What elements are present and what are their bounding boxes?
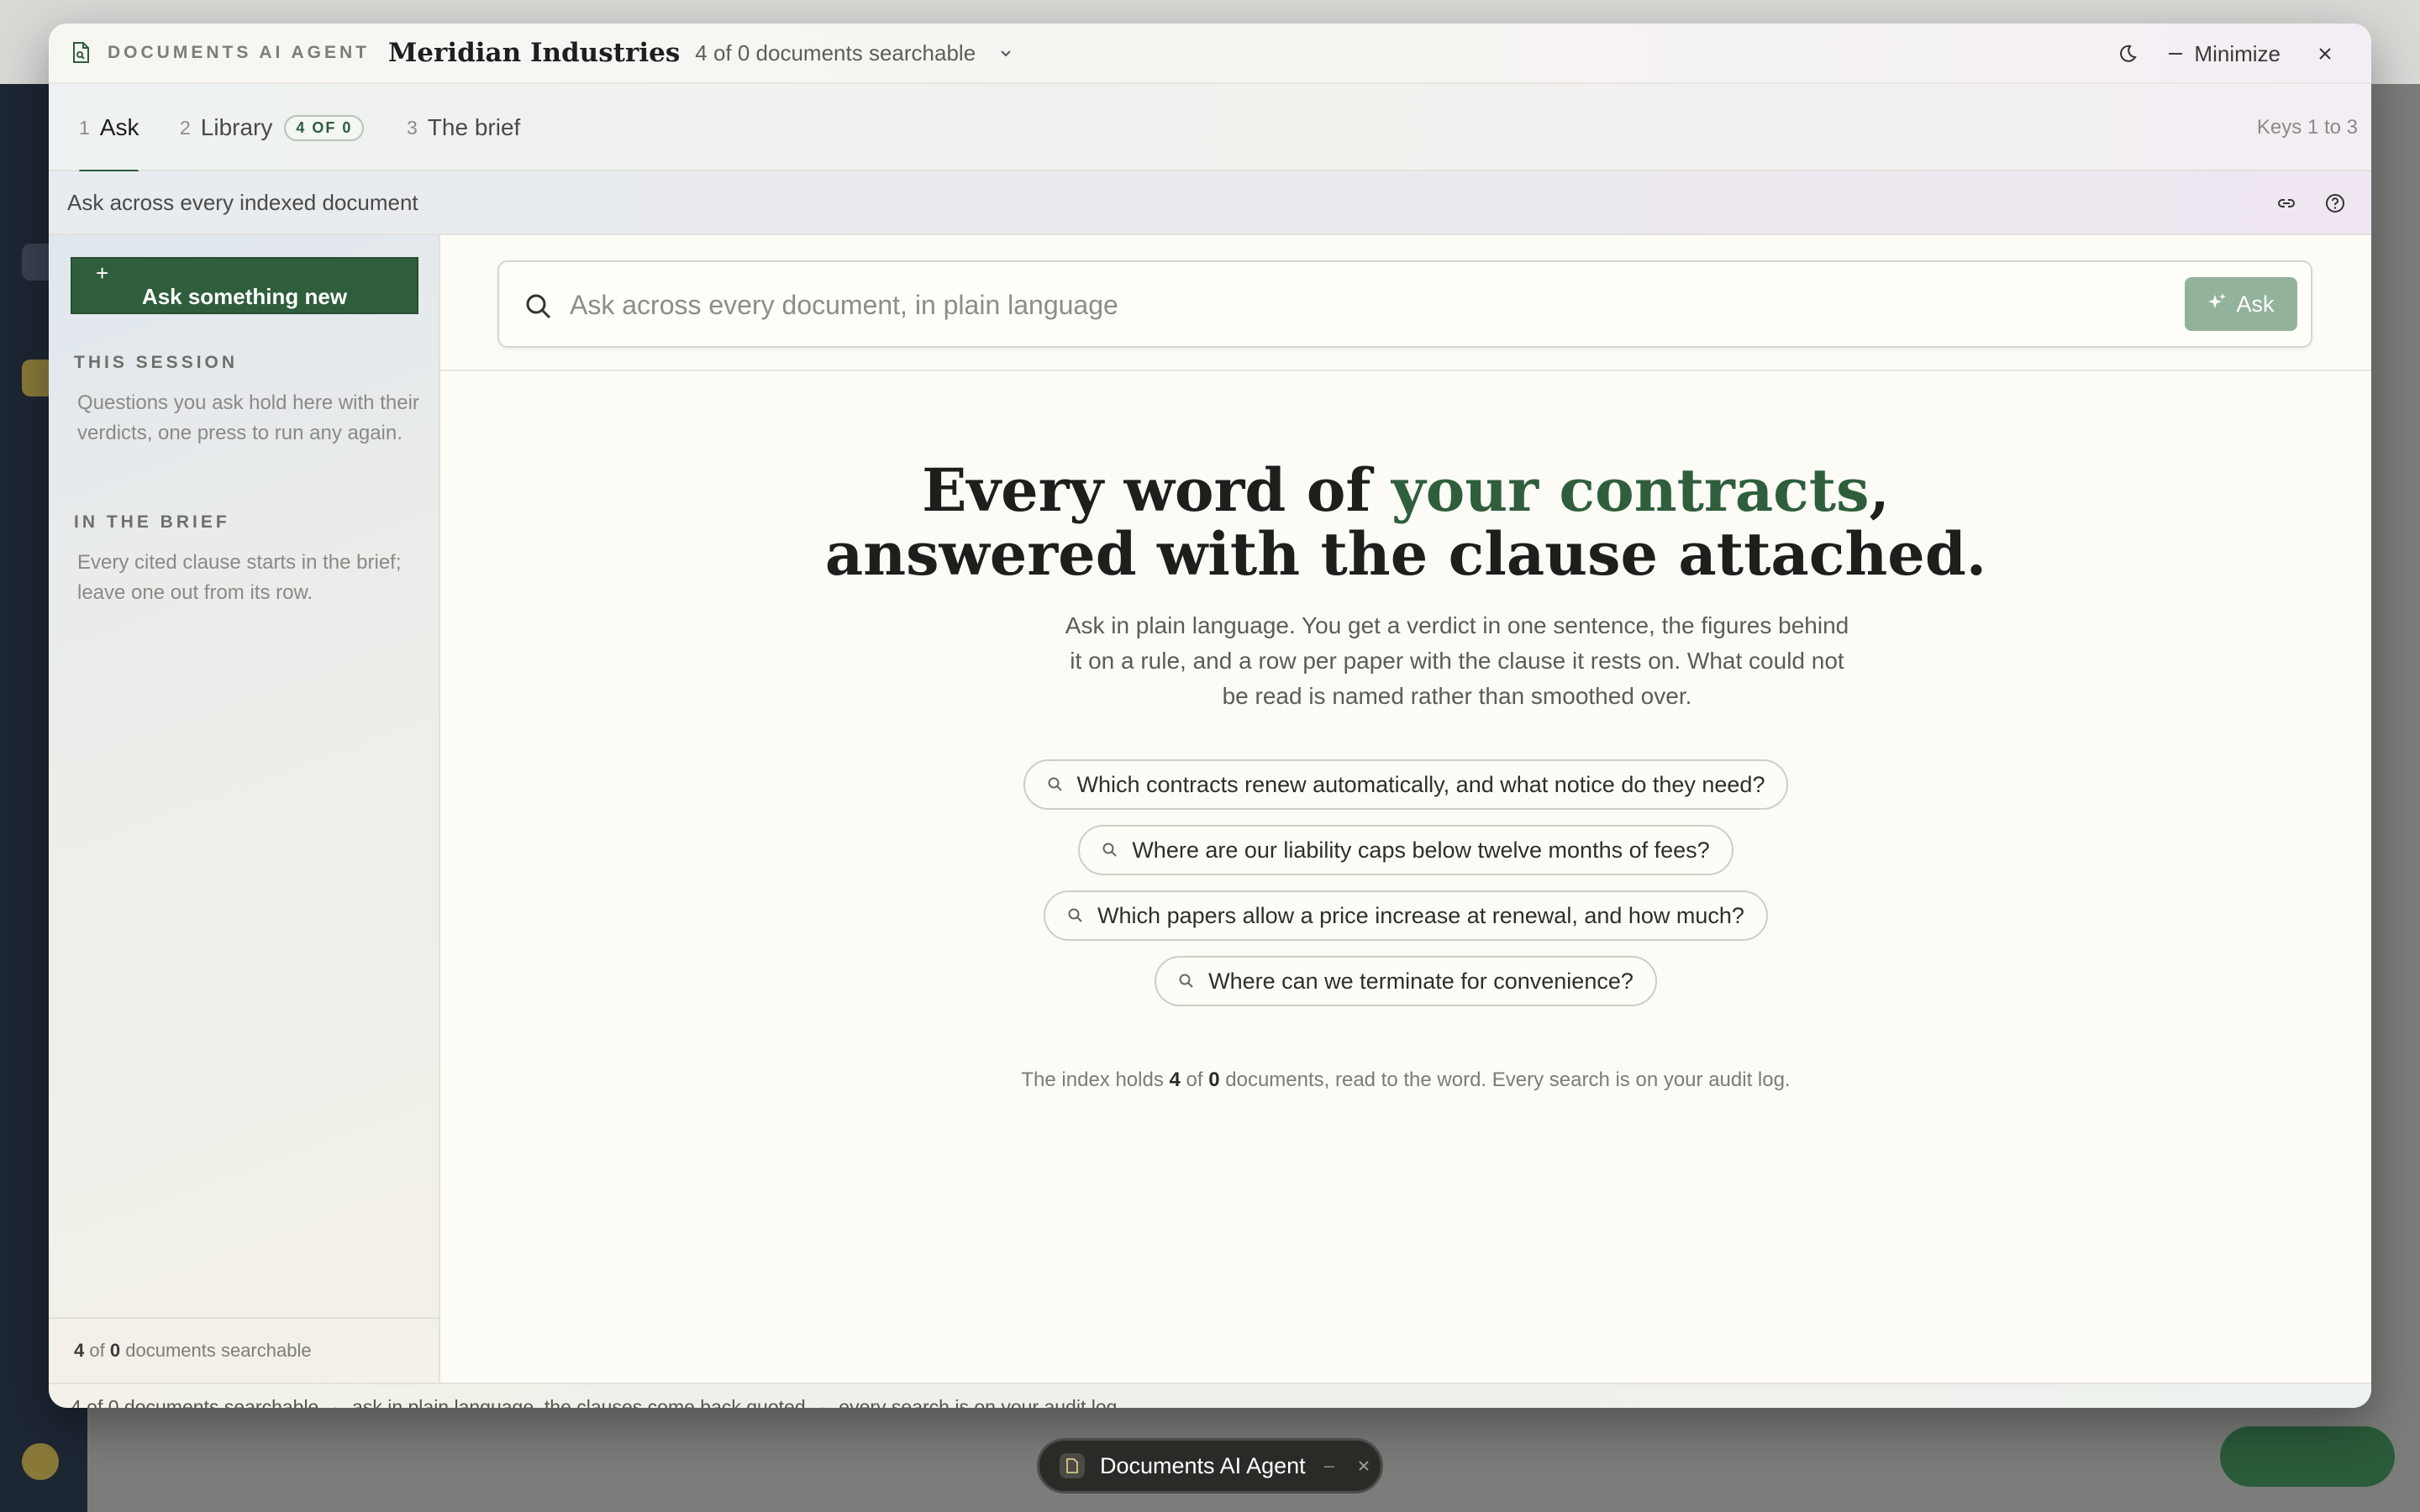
headline-pre: Every word of	[922, 455, 1392, 525]
suggestion-chip[interactable]: Which contracts renew automatically, and…	[1023, 759, 1789, 810]
status-separator: ·	[332, 1395, 339, 1409]
agent-dock-pill[interactable]: Documents AI Agent –	[1037, 1438, 1383, 1494]
session-sidebar: + Ask something new THIS SESSION Questio…	[49, 235, 440, 1383]
session-heading: THIS SESSION	[74, 353, 239, 372]
searchable-count: 4 of 0 documents searchable	[695, 39, 976, 66]
index-note: The index holds 4 of 0 documents, read t…	[440, 1068, 2371, 1092]
status-item: 4 of 0 documents searchable	[71, 1395, 319, 1409]
tab-number: 3	[407, 116, 418, 139]
ask-button-label: Ask	[2236, 291, 2275, 317]
window-controls: Minimize	[2115, 24, 2371, 84]
tab-library[interactable]: 2 Library 4 OF 0	[180, 84, 365, 171]
status-bar: 4 of 0 documents searchable · ask in pla…	[49, 1383, 2371, 1408]
keys-hint: Keys 1 to 3	[2256, 116, 2358, 139]
ask-panel: Ask Every word of your contracts, answer…	[440, 235, 2371, 1383]
tab-brief[interactable]: 3 The brief	[407, 84, 520, 171]
agent-eyebrow: DOCUMENTS AI AGENT	[108, 43, 370, 62]
close-icon[interactable]	[1356, 1457, 1373, 1474]
moon-icon[interactable]	[2115, 41, 2140, 66]
index-note-pre: The index holds	[1021, 1068, 1170, 1091]
tab-number: 1	[79, 116, 90, 139]
index-note-count: 4	[1169, 1068, 1181, 1091]
sparkle-icon	[2207, 291, 2228, 318]
search-box: Ask	[497, 260, 2312, 348]
search-input[interactable]	[570, 281, 2149, 329]
tab-ask[interactable]: 1 Ask	[79, 84, 139, 173]
dock-minimize-button[interactable]: –	[1324, 1455, 1334, 1477]
status-item: every search is on your audit log	[839, 1395, 1118, 1409]
footer-count: 4	[74, 1340, 85, 1361]
suggestion-text: Which contracts renew automatically, and…	[1076, 771, 1765, 797]
context-text: Ask across every indexed document	[67, 189, 418, 215]
status-separator: ·	[818, 1395, 826, 1409]
search-icon	[1067, 907, 1084, 924]
link-icon[interactable]	[2275, 192, 2297, 214]
suggestion-chip[interactable]: Where can we terminate for convenience?	[1155, 956, 1657, 1006]
company-name: Meridian Industries	[387, 38, 681, 68]
tab-number: 2	[180, 116, 191, 139]
tab-label: Library	[200, 114, 273, 140]
title-bar: DOCUMENTS AI AGENT Meridian Industries 4…	[49, 24, 2371, 84]
ask-something-new-button[interactable]: + Ask something new	[71, 257, 418, 314]
plus-icon: +	[96, 260, 109, 286]
context-actions	[2275, 171, 2346, 235]
suggestion-text: Where can we terminate for convenience?	[1208, 968, 1634, 994]
footer-total: 0	[109, 1340, 121, 1361]
document-icon	[1060, 1453, 1085, 1478]
headline-accent: your contracts	[1391, 455, 1870, 525]
search-icon	[1102, 842, 1118, 858]
brief-heading: IN THE BRIEF	[74, 512, 230, 532]
suggestion-chip[interactable]: Where are our liability caps below twelv…	[1078, 825, 1733, 875]
search-icon	[1047, 776, 1064, 793]
headline-post: ,	[1869, 455, 1890, 525]
suggestion-chip[interactable]: Which papers allow a price increase at r…	[1044, 890, 1768, 941]
help-icon[interactable]	[2324, 192, 2346, 214]
document-icon	[69, 41, 92, 65]
hero-lede: Ask in plain language. You get a verdict…	[1065, 612, 1849, 709]
index-note-post: documents, read to the word. Every searc…	[1219, 1068, 1791, 1091]
tab-label: Ask	[99, 114, 139, 140]
tab-bar: 1 Ask 2 Library 4 OF 0 3 The brief Keys …	[49, 84, 2371, 173]
chevron-down-icon[interactable]	[997, 44, 1016, 62]
hero-headline: Every word of your contracts, answered w…	[440, 459, 2371, 586]
search-area: Ask	[440, 235, 2371, 371]
tab-label: The brief	[427, 114, 521, 140]
minimize-button[interactable]: Minimize	[2169, 41, 2281, 67]
sidebar-footer: 4 of 0 documents searchable	[49, 1317, 439, 1383]
index-note-of: of	[1180, 1068, 1209, 1091]
headline-line2: answered with the clause attached.	[824, 519, 1987, 589]
minimize-label: Minimize	[2194, 40, 2281, 66]
footer-suffix: documents searchable	[125, 1340, 312, 1361]
new-button-label: Ask something new	[141, 284, 348, 309]
suggestion-list: Which contracts renew automatically, and…	[440, 759, 2371, 1006]
close-icon[interactable]	[2312, 41, 2338, 66]
agent-window: DOCUMENTS AI AGENT Meridian Industries 4…	[49, 24, 2371, 1408]
session-body: Questions you ask hold here with their v…	[77, 391, 419, 444]
library-count-badge: 4 OF 0	[284, 114, 365, 141]
ask-button[interactable]: Ask	[2185, 277, 2297, 331]
index-note-total: 0	[1208, 1068, 1220, 1091]
minimize-icon	[2169, 53, 2183, 55]
brief-body: Every cited clause starts in the brief; …	[77, 551, 402, 604]
dock-label: Documents AI Agent	[1100, 1452, 1306, 1478]
search-icon	[524, 292, 553, 321]
background-fab	[2220, 1426, 2395, 1487]
suggestion-text: Which papers allow a price increase at r…	[1097, 902, 1744, 928]
background-avatar	[22, 1443, 59, 1480]
search-icon	[1178, 973, 1195, 990]
suggestion-text: Where are our liability caps below twelv…	[1132, 837, 1710, 863]
footer-of: of	[89, 1340, 105, 1361]
status-item: ask in plain language, the clauses come …	[352, 1395, 806, 1409]
context-bar: Ask across every indexed document	[49, 171, 2371, 235]
